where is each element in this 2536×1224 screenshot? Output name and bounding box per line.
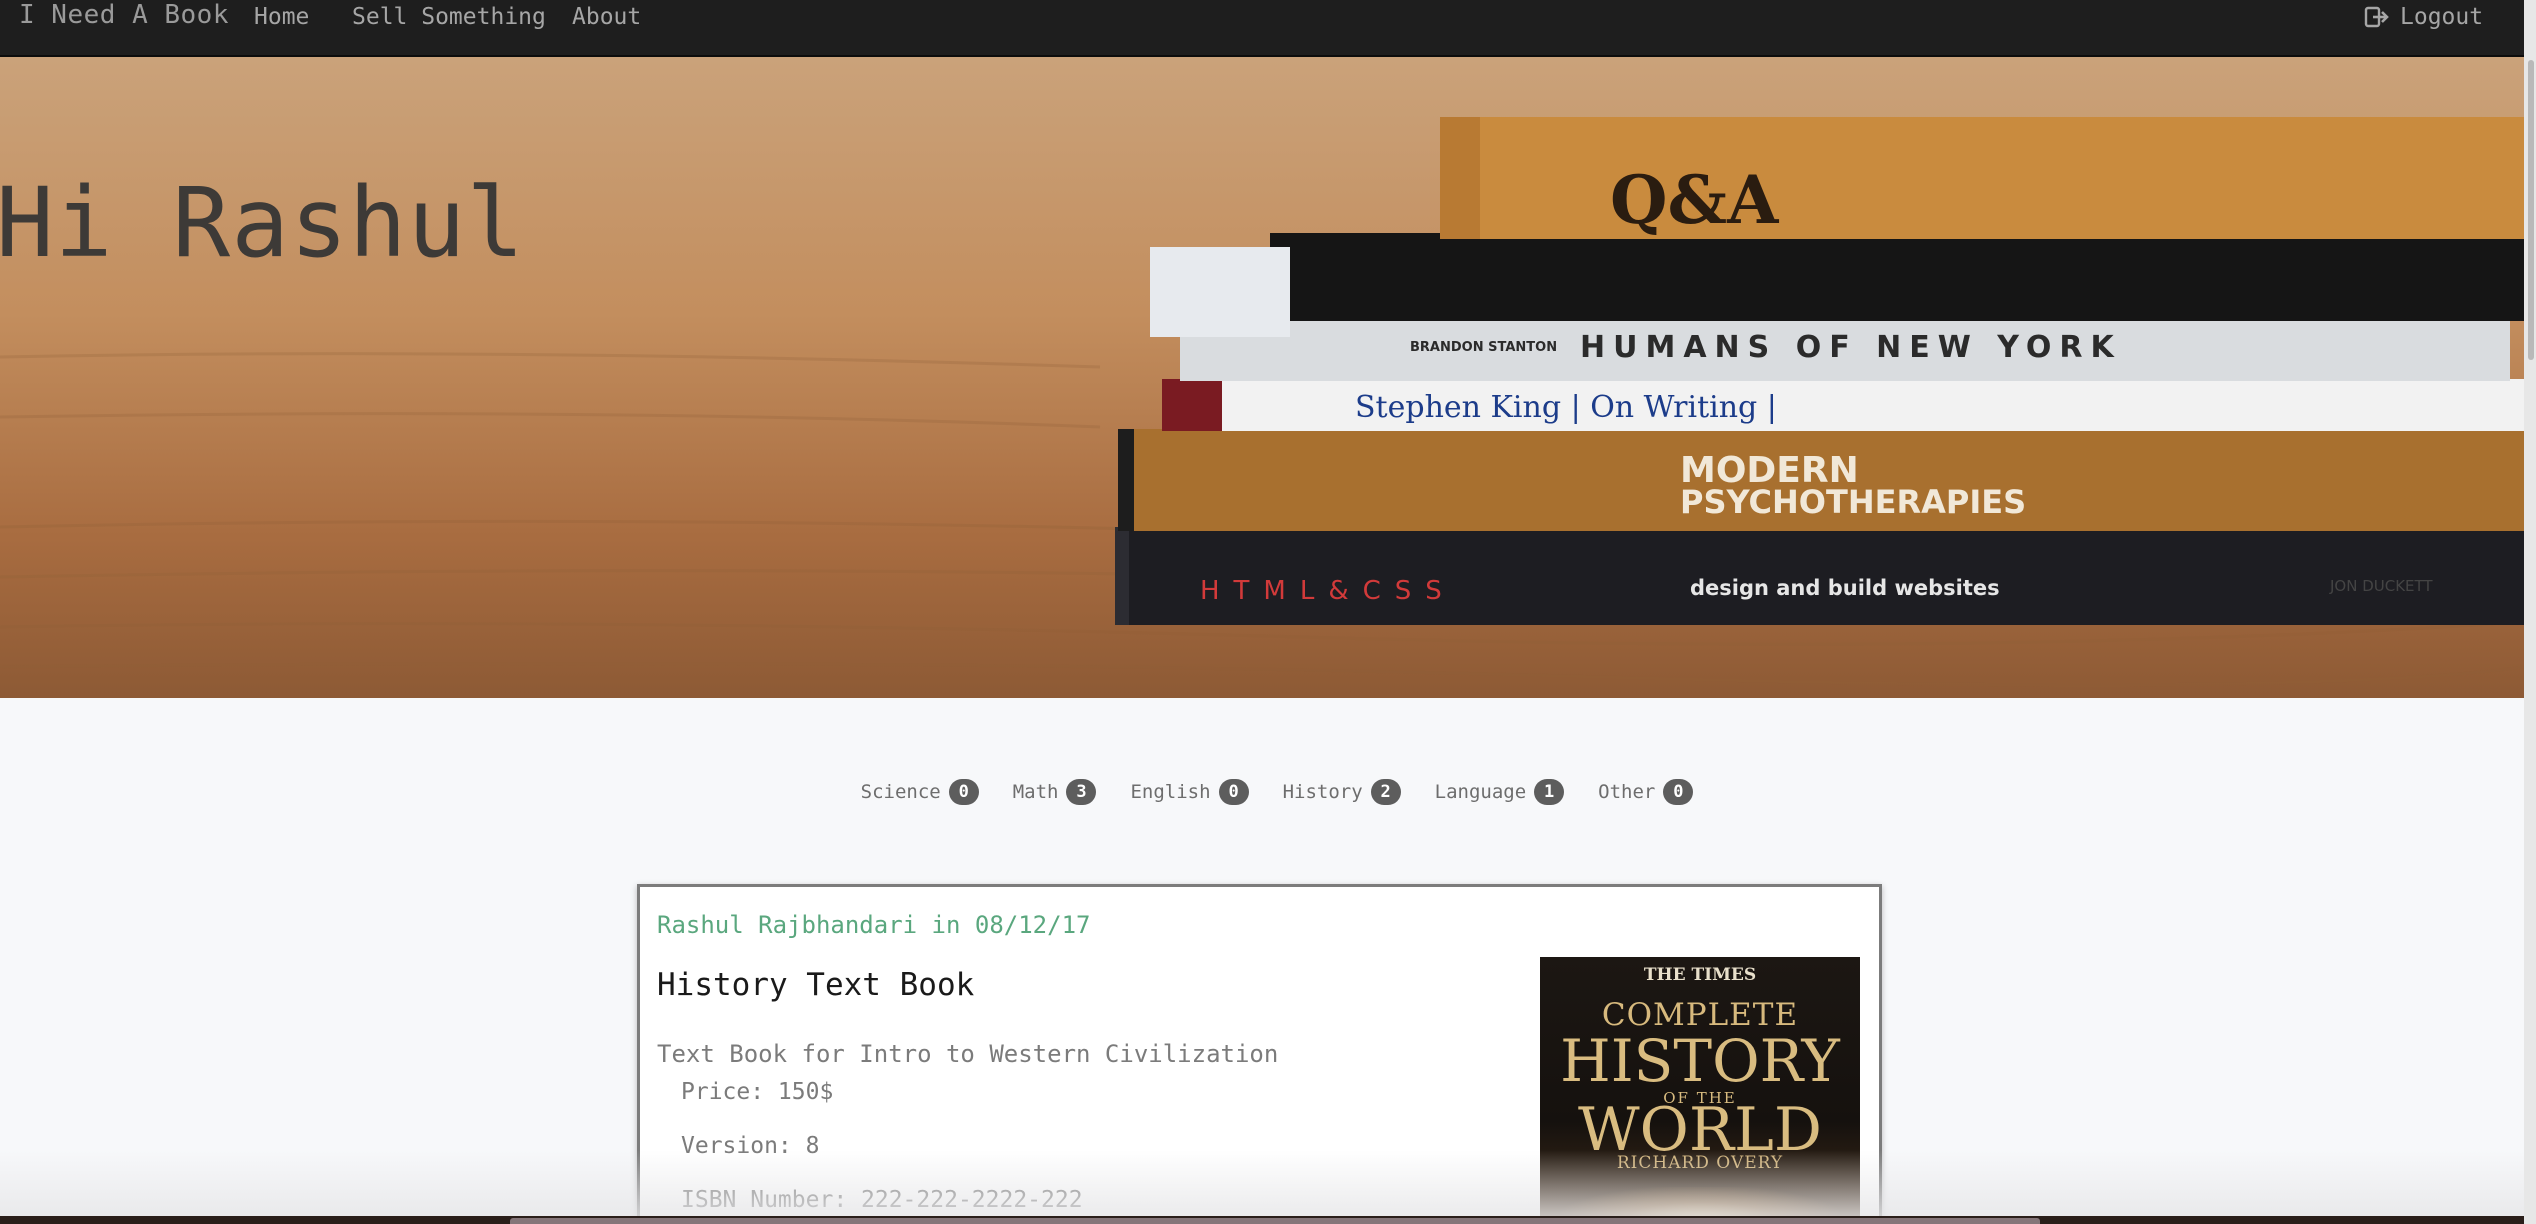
post-author-date[interactable]: Rashul Rajbhandari in 08/12/17	[657, 911, 1090, 939]
scrollbar-thumb[interactable]	[2528, 60, 2534, 360]
cover-title-line2: HISTORY	[1560, 1027, 1840, 1095]
brand-link[interactable]: I Need A Book	[19, 0, 229, 30]
category-other[interactable]: Other 0	[1598, 777, 1694, 807]
svg-text:Q&A: Q&A	[1610, 161, 1779, 239]
category-label: English	[1130, 781, 1211, 803]
logout-icon	[2364, 6, 2389, 28]
nav-about-link[interactable]: About	[572, 2, 641, 32]
svg-text:Stephen King | On Writing |: Stephen King | On Writing |	[1355, 390, 1777, 425]
category-label: Math	[1012, 781, 1059, 803]
category-history[interactable]: History 2	[1283, 777, 1401, 807]
post-description: Text Book for Intro to Western Civilizat…	[657, 1040, 1279, 1068]
category-language[interactable]: Language 1	[1435, 777, 1565, 807]
cover-author: RICHARD OVERY	[1616, 1153, 1784, 1173]
greeting-heading: Hi Rashul	[0, 167, 526, 279]
page: I Need A Book Home Sell Something About …	[0, 0, 2536, 1224]
nav-sell-something-link[interactable]: Sell Something	[352, 2, 546, 32]
logout-button[interactable]: Logout	[2364, 2, 2483, 32]
category-math[interactable]: Math 3	[1013, 777, 1097, 807]
category-count-badge: 0	[1218, 779, 1249, 805]
category-science[interactable]: Science 0	[861, 777, 979, 807]
category-count-badge: 3	[1066, 779, 1097, 805]
svg-text:PSYCHOTHERAPIES: PSYCHOTHERAPIES	[1680, 483, 2026, 521]
category-label: History	[1282, 781, 1363, 803]
category-english[interactable]: English 0	[1130, 777, 1249, 807]
logout-label: Logout	[2400, 4, 2484, 30]
svg-text:HUMANS OF NEW YORK: HUMANS OF NEW YORK	[1580, 330, 2122, 365]
post-version: Version: 8	[681, 1133, 820, 1159]
category-count-badge: 1	[1534, 779, 1565, 805]
nav-home-link[interactable]: Home	[254, 2, 309, 32]
category-count-badge: 2	[1370, 779, 1401, 805]
bottom-dock-bar	[510, 1218, 2040, 1224]
category-count-badge: 0	[1663, 779, 1694, 805]
post-price: Price: 150$	[681, 1079, 834, 1105]
svg-text:JON DUCKETT: JON DUCKETT	[2329, 577, 2433, 595]
book-post-card: Rashul Rajbhandari in 08/12/17 History T…	[637, 884, 1882, 1224]
category-label: Language	[1434, 781, 1527, 803]
book-cover-image: THE TIMES COMPLETE HISTORY OF THE WORLD …	[1540, 957, 1860, 1224]
category-label: Other	[1598, 781, 1656, 803]
category-label: Science	[860, 781, 941, 803]
category-filter-bar: Science 0 Math 3 English 0 History 2 Lan…	[0, 777, 2524, 807]
spine-html-css: HTML&CSS	[1200, 576, 1456, 606]
books-stack-image: HTML&CSS design and build websites JON D…	[0, 57, 2524, 698]
post-isbn: ISBN Number: 222-222-2222-222	[681, 1187, 1083, 1213]
hero-banner: HTML&CSS design and build websites JON D…	[0, 57, 2524, 698]
post-title: History Text Book	[657, 967, 975, 1003]
cover-publisher: THE TIMES	[1643, 965, 1757, 985]
svg-text:BRANDON STANTON: BRANDON STANTON	[1410, 340, 1557, 355]
category-count-badge: 0	[948, 779, 979, 805]
svg-text:design and build websites: design and build websites	[1690, 576, 2000, 600]
navbar: I Need A Book Home Sell Something About …	[0, 0, 2524, 57]
